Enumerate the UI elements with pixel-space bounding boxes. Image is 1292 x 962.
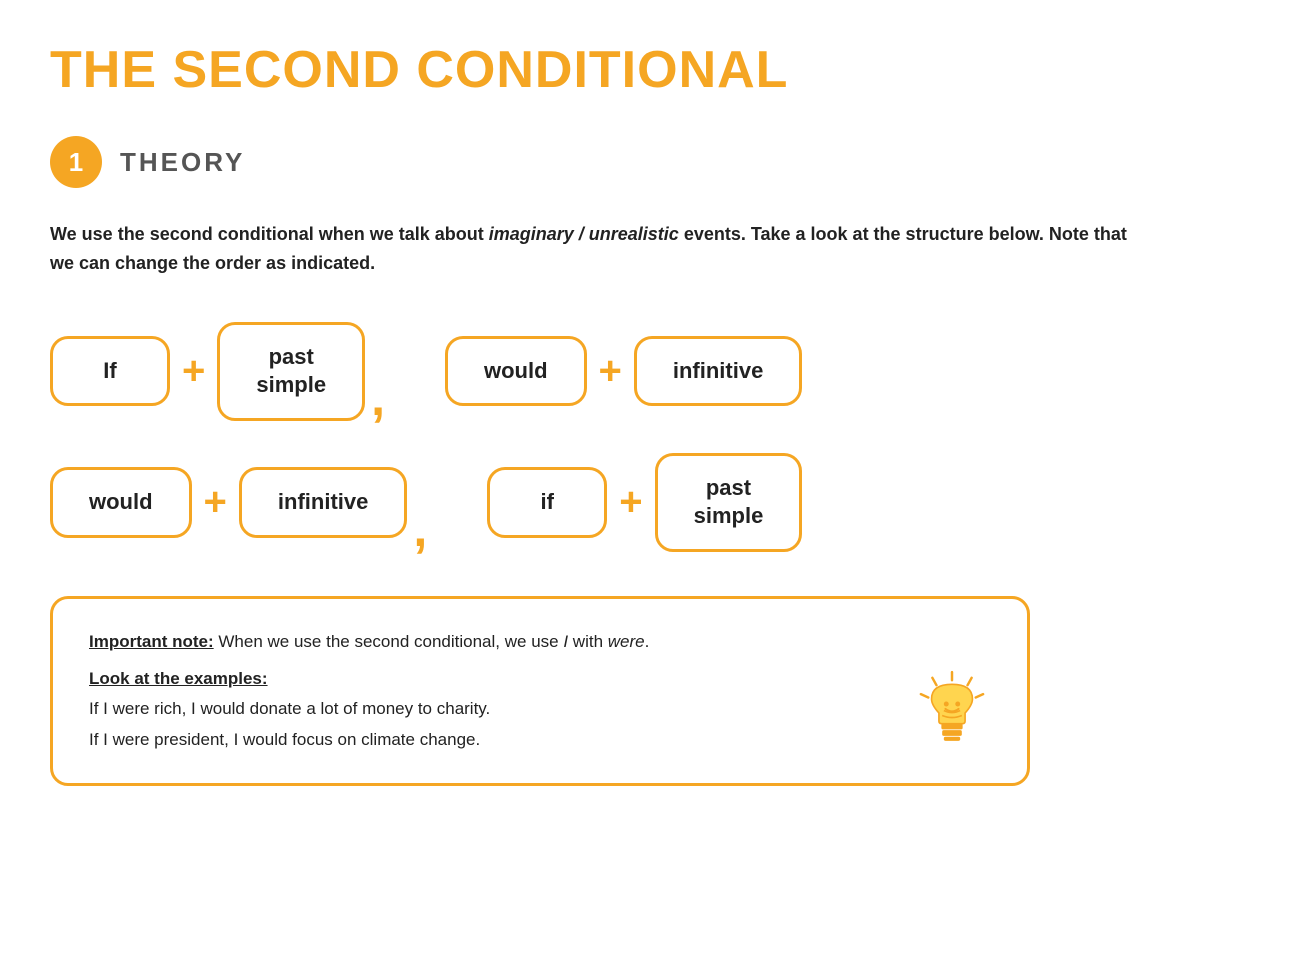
theory-header: 1 THEORY [50,136,1242,188]
formula-box-would-1: would [445,336,587,407]
formula-row-1: If + past simple , would + infinitive [50,322,1242,421]
formula-box-if: If [50,336,170,407]
formula-box-if-2: if [487,467,607,538]
formula-box-infinitive-1: infinitive [634,336,802,407]
theory-label: THEORY [120,147,245,178]
example-2: If I were president, I would focus on cl… [89,725,991,756]
formulas-container: If + past simple , would + infinitive wo… [50,322,1242,552]
formula-group-2a: would + infinitive [50,467,407,538]
formula-box-would-2: would [50,467,192,538]
plus-icon-4: + [619,482,642,522]
formula-box-past-simple-1: past simple [217,322,365,421]
formula-group-1b: would + infinitive [445,336,802,407]
note-examples: Look at the examples: If I were rich, I … [89,664,991,756]
page-title: THE SECOND CONDITIONAL [50,40,1242,100]
formula-row-2: would + infinitive , if + past simple [50,453,1242,552]
description-text: We use the second conditional when we ta… [50,220,1150,278]
important-note-text: Important note: When we use the second c… [89,627,991,658]
formula-box-infinitive-2: infinitive [239,467,407,538]
important-note-label: Important note: [89,632,214,651]
formula-box-past-simple-2: past simple [655,453,803,552]
plus-icon-3: + [204,482,227,522]
important-note-box: Important note: When we use the second c… [50,596,1030,786]
theory-badge-number: 1 [50,136,102,188]
formula-group-2b: if + past simple [487,453,802,552]
comma-1: , [371,376,385,421]
lightbulb-icon [907,668,997,763]
plus-icon-2: + [599,351,622,391]
comma-2: , [413,507,427,552]
look-at-examples-label: Look at the examples: [89,669,268,688]
example-1: If I were rich, I would donate a lot of … [89,694,991,725]
formula-group-1a: If + past simple [50,322,365,421]
plus-icon-1: + [182,351,205,391]
